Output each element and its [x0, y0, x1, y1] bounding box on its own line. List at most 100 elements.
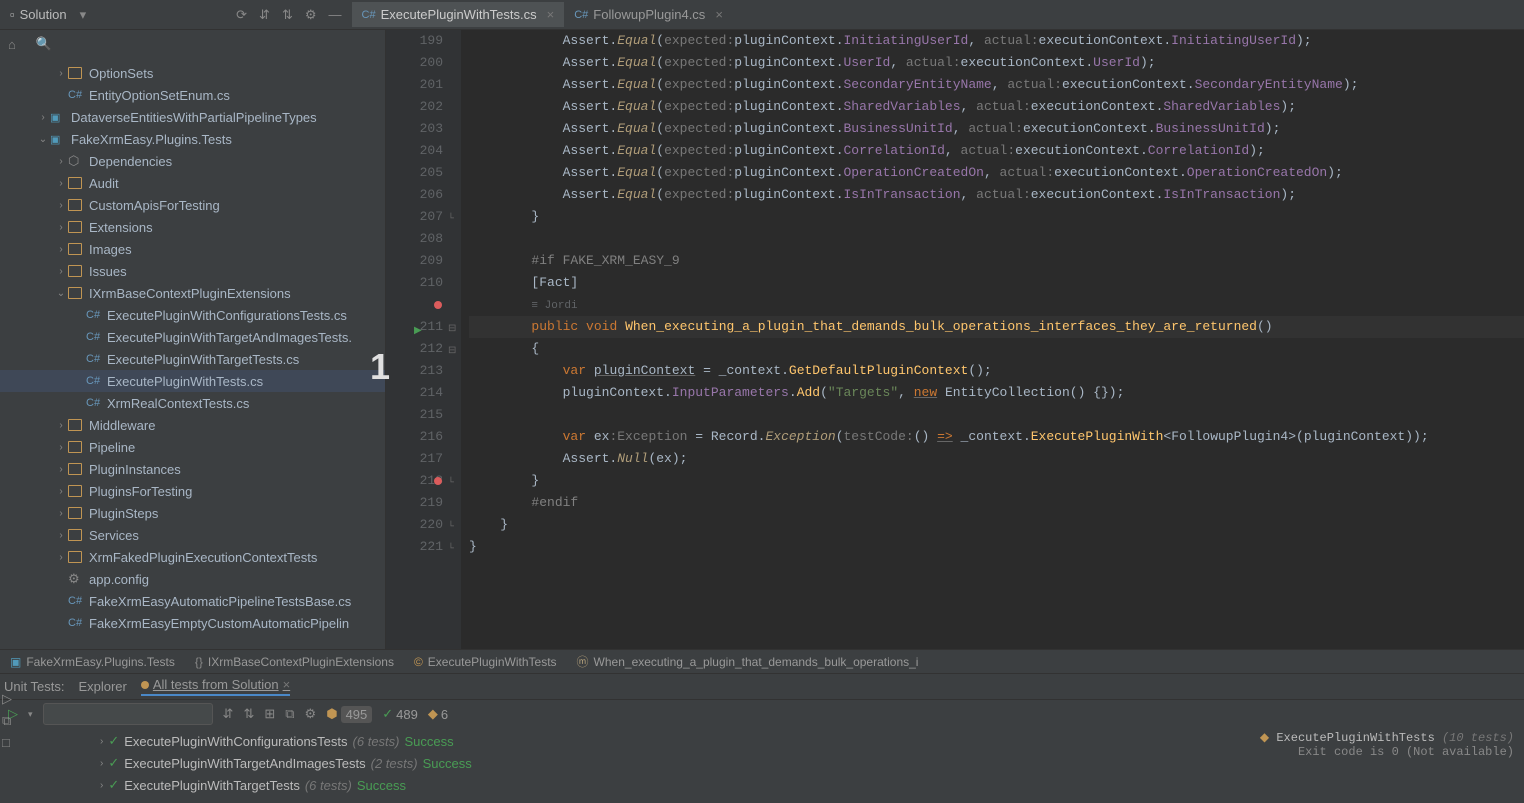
folder-icon — [68, 484, 84, 498]
close-icon[interactable]: × — [547, 7, 555, 22]
tree-item[interactable]: C#FakeXrmEasyAutomaticPipelineTestsBase.… — [0, 590, 385, 612]
tree-item[interactable]: ›Audit — [0, 172, 385, 194]
breadcrumb-item[interactable]: {}IXrmBaseContextPluginExtensions — [195, 655, 394, 669]
cs-icon: C# — [362, 9, 376, 21]
folder-icon — [68, 418, 84, 432]
folder-icon — [68, 462, 84, 476]
editor-tab[interactable]: C#ExecutePluginWithTests.cs× — [352, 2, 565, 27]
play-icon[interactable]: ▷ — [2, 691, 16, 705]
filter-icon[interactable]: ⧉ — [285, 706, 294, 722]
chevron-icon[interactable]: › — [54, 200, 68, 211]
breadcrumb-item[interactable]: © ExecutePluginWithTests — [414, 655, 557, 669]
chevron-right-icon[interactable]: › — [100, 736, 103, 747]
tree-item[interactable]: C#FakeXrmEasyEmptyCustomAutomaticPipelin — [0, 612, 385, 634]
tree-item[interactable]: ›Middleware — [0, 414, 385, 436]
tree-item[interactable]: ›▣DataverseEntitiesWithPartialPipelineTy… — [0, 106, 385, 128]
tree-item[interactable]: C#ExecutePluginWithTargetAndImagesTests. — [0, 326, 385, 348]
sync-icon[interactable]: ⟳ — [236, 7, 247, 23]
breadcrumb-icon: © — [414, 655, 423, 669]
tree-item[interactable]: ›Services — [0, 524, 385, 546]
chevron-icon[interactable]: › — [54, 530, 68, 541]
chevron-icon[interactable]: › — [54, 68, 68, 79]
tree-item[interactable]: C#ExecutePluginWithTests.cs — [0, 370, 385, 392]
tree-label: PluginSteps — [89, 506, 158, 521]
tree-item[interactable]: C#XrmRealContextTests.cs — [0, 392, 385, 414]
breadcrumb-icon: ▣ — [10, 655, 21, 669]
tree-item[interactable]: ›⬡Dependencies — [0, 150, 385, 172]
tab-explorer[interactable]: Explorer — [78, 679, 126, 694]
breakpoint-icon[interactable] — [434, 301, 442, 309]
tree-icon[interactable]: ⇵ — [223, 706, 234, 722]
home-icon[interactable]: ⌂ — [8, 37, 16, 52]
chevron-icon[interactable]: › — [54, 156, 68, 167]
chevron-right-icon[interactable]: › — [100, 758, 103, 769]
tree-item[interactable]: › PluginSteps — [0, 502, 385, 524]
tree-item[interactable]: ›PluginInstances — [0, 458, 385, 480]
breadcrumb-item[interactable]: ⓜWhen_executing_a_plugin_that_demands_bu… — [577, 653, 919, 670]
chevron-icon[interactable]: ⌄ — [54, 288, 68, 299]
chevron-icon[interactable]: › — [54, 552, 68, 563]
chevron-icon[interactable]: › — [54, 508, 68, 519]
chevron-icon[interactable]: › — [54, 486, 68, 497]
tree-item[interactable]: ›Pipeline — [0, 436, 385, 458]
tree-item[interactable]: ›XrmFakedPluginExecutionContextTests — [0, 546, 385, 568]
cs-icon: C# — [86, 330, 102, 344]
dependencies-icon: ⬡ — [68, 154, 84, 168]
tree-item[interactable]: ⌄IXrmBaseContextPluginExtensions — [0, 282, 385, 304]
solution-selector[interactable]: ▫ Solution ▾ — [0, 7, 96, 23]
chevron-icon[interactable]: › — [54, 464, 68, 475]
tree-item[interactable]: › PluginsForTesting — [0, 480, 385, 502]
chevron-icon[interactable]: › — [54, 266, 68, 277]
chevron-icon[interactable]: › — [54, 244, 68, 255]
breakpoint-icon[interactable] — [434, 477, 442, 485]
tree-item[interactable]: C#ExecutePluginWithConfigurationsTests.c… — [0, 304, 385, 326]
chevron-icon[interactable]: › — [54, 442, 68, 453]
tab-session[interactable]: All tests from Solution × — [141, 677, 290, 696]
chevron-icon[interactable]: › — [36, 112, 50, 123]
tree-item[interactable]: ›OptionSets — [0, 62, 385, 84]
chevron-icon[interactable]: › — [54, 222, 68, 233]
expand-icon[interactable]: ⇅ — [282, 7, 293, 23]
search-input[interactable] — [43, 703, 213, 725]
tree-label: PluginsForTesting — [89, 484, 192, 499]
minimize-icon[interactable]: — — [329, 7, 342, 23]
sort-icon[interactable]: ⇅ — [243, 706, 254, 722]
chevron-down-icon[interactable]: ▾ — [28, 709, 33, 720]
folder-icon — [68, 286, 84, 300]
close-icon[interactable]: × — [715, 7, 723, 22]
tree-item[interactable]: ⚙app.config — [0, 568, 385, 590]
solution-label: Solution — [20, 7, 67, 22]
unit-tests-panel: Unit Tests: Explorer All tests from Solu… — [0, 673, 1524, 803]
solution-icon: ▫ — [10, 7, 15, 22]
test-row[interactable]: ›✓ExecutePluginWithTargetTests (6 tests)… — [0, 774, 1524, 796]
group-icon[interactable]: ⊞ — [264, 706, 275, 722]
tree-item[interactable]: ⌄▣FakeXrmEasy.Plugins.Tests — [0, 128, 385, 150]
chevron-right-icon[interactable]: › — [100, 780, 103, 791]
debug-icon[interactable]: ⧉ — [2, 713, 16, 727]
editor-tab[interactable]: C#FollowupPlugin4.cs× — [564, 2, 733, 27]
chevron-icon[interactable]: ⌄ — [36, 134, 50, 145]
breadcrumb-label: ExecutePluginWithTests — [428, 655, 557, 669]
cs-icon: C# — [68, 594, 84, 608]
breadcrumb-item[interactable]: ▣FakeXrmEasy.Plugins.Tests — [10, 655, 175, 669]
tree-label: DataverseEntitiesWithPartialPipelineType… — [71, 110, 317, 125]
gear-icon[interactable]: ⚙ — [305, 7, 317, 23]
tree-item[interactable]: ›CustomApisForTesting — [0, 194, 385, 216]
chevron-icon[interactable]: › — [54, 178, 68, 189]
tree-item[interactable]: ›Images — [0, 238, 385, 260]
tree-item[interactable]: C#EntityOptionSetEnum.cs — [0, 84, 385, 106]
tree-item[interactable]: C#ExecutePluginWithTargetTests.cs — [0, 348, 385, 370]
breadcrumb-label: IXrmBaseContextPluginExtensions — [208, 655, 394, 669]
code-area[interactable]: Assert.Equal(expected:pluginContext.Init… — [461, 30, 1524, 649]
tree-label: ExecutePluginWithConfigurationsTests.cs — [107, 308, 347, 323]
cs-icon: C# — [574, 9, 588, 21]
stop-icon[interactable]: □ — [2, 735, 16, 749]
tree-item[interactable]: ›Extensions — [0, 216, 385, 238]
collapse-icon[interactable]: ⇵ — [259, 7, 270, 23]
chevron-icon[interactable]: › — [54, 420, 68, 431]
search-icon[interactable]: 🔍 — [36, 36, 52, 52]
tree-item[interactable]: ›Issues — [0, 260, 385, 282]
toolbar-icons: ⟳ ⇵ ⇅ ⚙ — — [236, 7, 341, 23]
gear-icon[interactable]: ⚙ — [305, 706, 317, 722]
close-icon[interactable]: × — [283, 677, 291, 692]
